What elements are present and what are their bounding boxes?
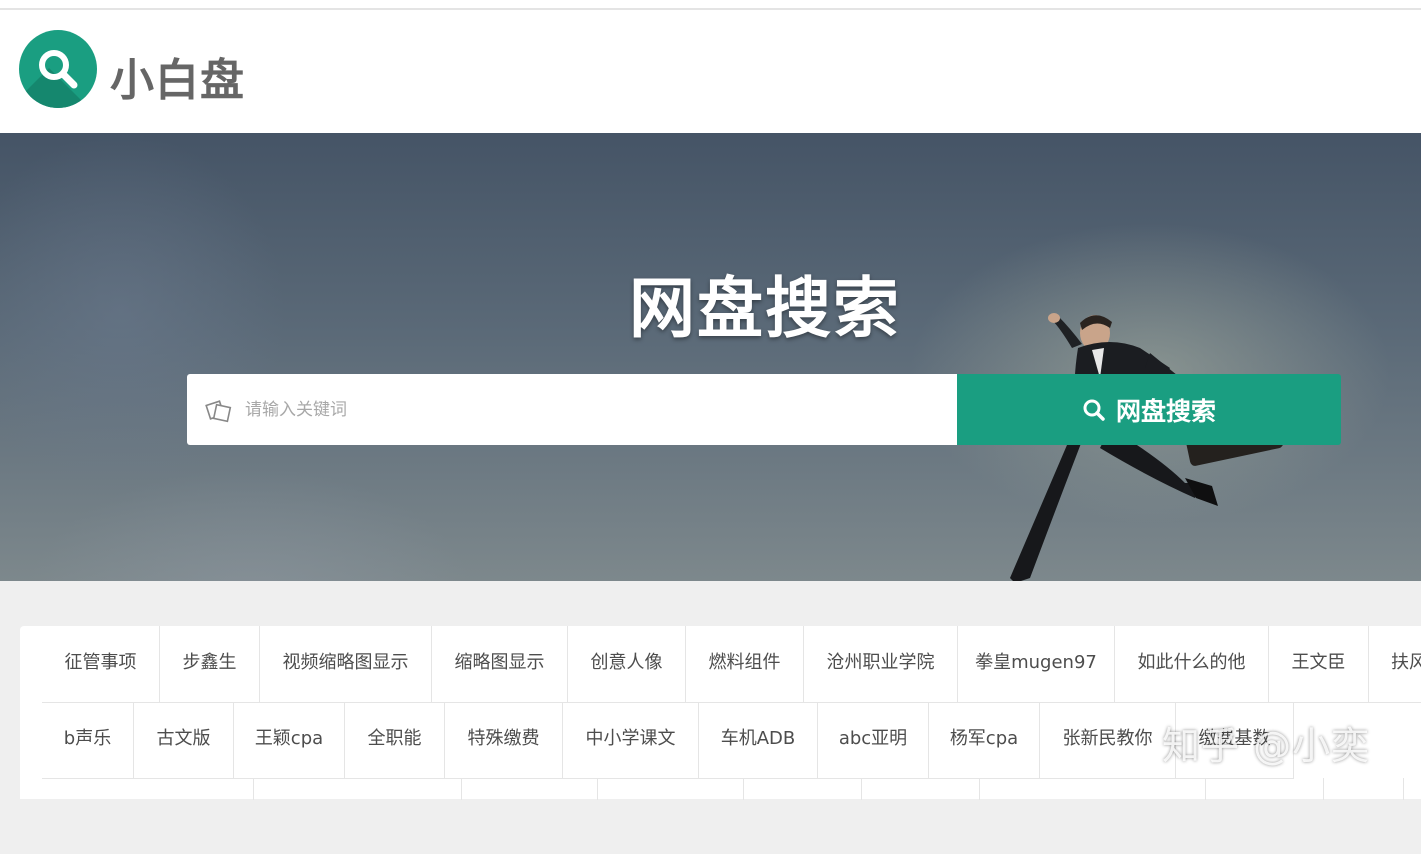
search-icon [1083, 399, 1105, 421]
keyword-tag[interactable]: 征管事项 [42, 626, 160, 702]
keyword-tag[interactable]: 全职能 [345, 702, 445, 778]
keyword-tag[interactable]: 杨军cpa [929, 702, 1040, 778]
keyword-tag[interactable]: 如此什么的他 [1115, 626, 1269, 702]
search-input[interactable] [245, 374, 935, 445]
keyword-tag-partial[interactable] [42, 778, 254, 800]
site-brand[interactable]: 小白盘 [110, 44, 245, 108]
keyword-tag[interactable]: 张新民教你 [1040, 702, 1176, 778]
keyword-tag[interactable]: 步鑫生 [160, 626, 260, 702]
keyword-tag-partial[interactable] [462, 778, 598, 800]
keyword-row-1: 征管事项 步鑫生 视频缩略图显示 缩略图显示 创意人像 燃料组件 沧州职业学院 … [42, 626, 1421, 703]
keyword-tag-partial[interactable] [1324, 778, 1404, 800]
keyword-tag[interactable]: 视频缩略图显示 [260, 626, 432, 702]
logo-magnifier-icon[interactable] [19, 30, 97, 108]
edit-note-icon [205, 400, 232, 423]
keyword-row-3 [42, 778, 1421, 854]
keyword-tag-partial[interactable] [254, 778, 462, 800]
keyword-tag[interactable]: 创意人像 [568, 626, 686, 702]
top-border [0, 0, 1421, 10]
search-button-label: 网盘搜索 [1115, 396, 1216, 426]
zhihu-watermark: 知乎 @小奕 [1162, 724, 1371, 768]
keyword-tag-partial[interactable] [862, 778, 980, 800]
keyword-tag[interactable]: 古文版 [134, 702, 234, 778]
search-box [187, 374, 957, 445]
site-header: 小白盘 [0, 10, 1421, 133]
keyword-tag[interactable]: 特殊缴费 [445, 702, 563, 778]
keyword-tag[interactable]: 王文臣 [1269, 626, 1369, 702]
keyword-tag-partial[interactable] [980, 778, 1206, 800]
keyword-row-2: b声乐 古文版 王颖cpa 全职能 特殊缴费 中小学课文 车机ADB abc亚明… [42, 702, 1294, 779]
keyword-tag-partial[interactable] [598, 778, 744, 800]
keyword-tag[interactable]: 王颖cpa [234, 702, 345, 778]
hot-keywords-panel: 征管事项 步鑫生 视频缩略图显示 缩略图显示 创意人像 燃料组件 沧州职业学院 … [20, 626, 1421, 800]
keyword-tag[interactable]: abc亚明 [818, 702, 929, 778]
keyword-tag[interactable]: 中小学课文 [563, 702, 699, 778]
keyword-tag[interactable]: 扶风 [1369, 626, 1421, 702]
hero-banner: 网盘搜索 网盘搜索 [0, 133, 1421, 581]
keyword-tag[interactable]: 沧州职业学院 [804, 626, 958, 702]
keyword-tag[interactable]: b声乐 [42, 702, 134, 778]
keyword-tag-partial[interactable] [744, 778, 862, 800]
hero-title: 网盘搜索 [629, 270, 901, 347]
keyword-tag-partial[interactable] [1206, 778, 1324, 800]
magnifier-icon [39, 50, 78, 89]
keyword-tag[interactable]: 燃料组件 [686, 626, 804, 702]
keyword-tag[interactable]: 缩略图显示 [432, 626, 568, 702]
keyword-tag[interactable]: 拳皇mugen97 [958, 626, 1115, 702]
keyword-tag[interactable]: 车机ADB [699, 702, 818, 778]
search-button[interactable]: 网盘搜索 [957, 374, 1341, 445]
